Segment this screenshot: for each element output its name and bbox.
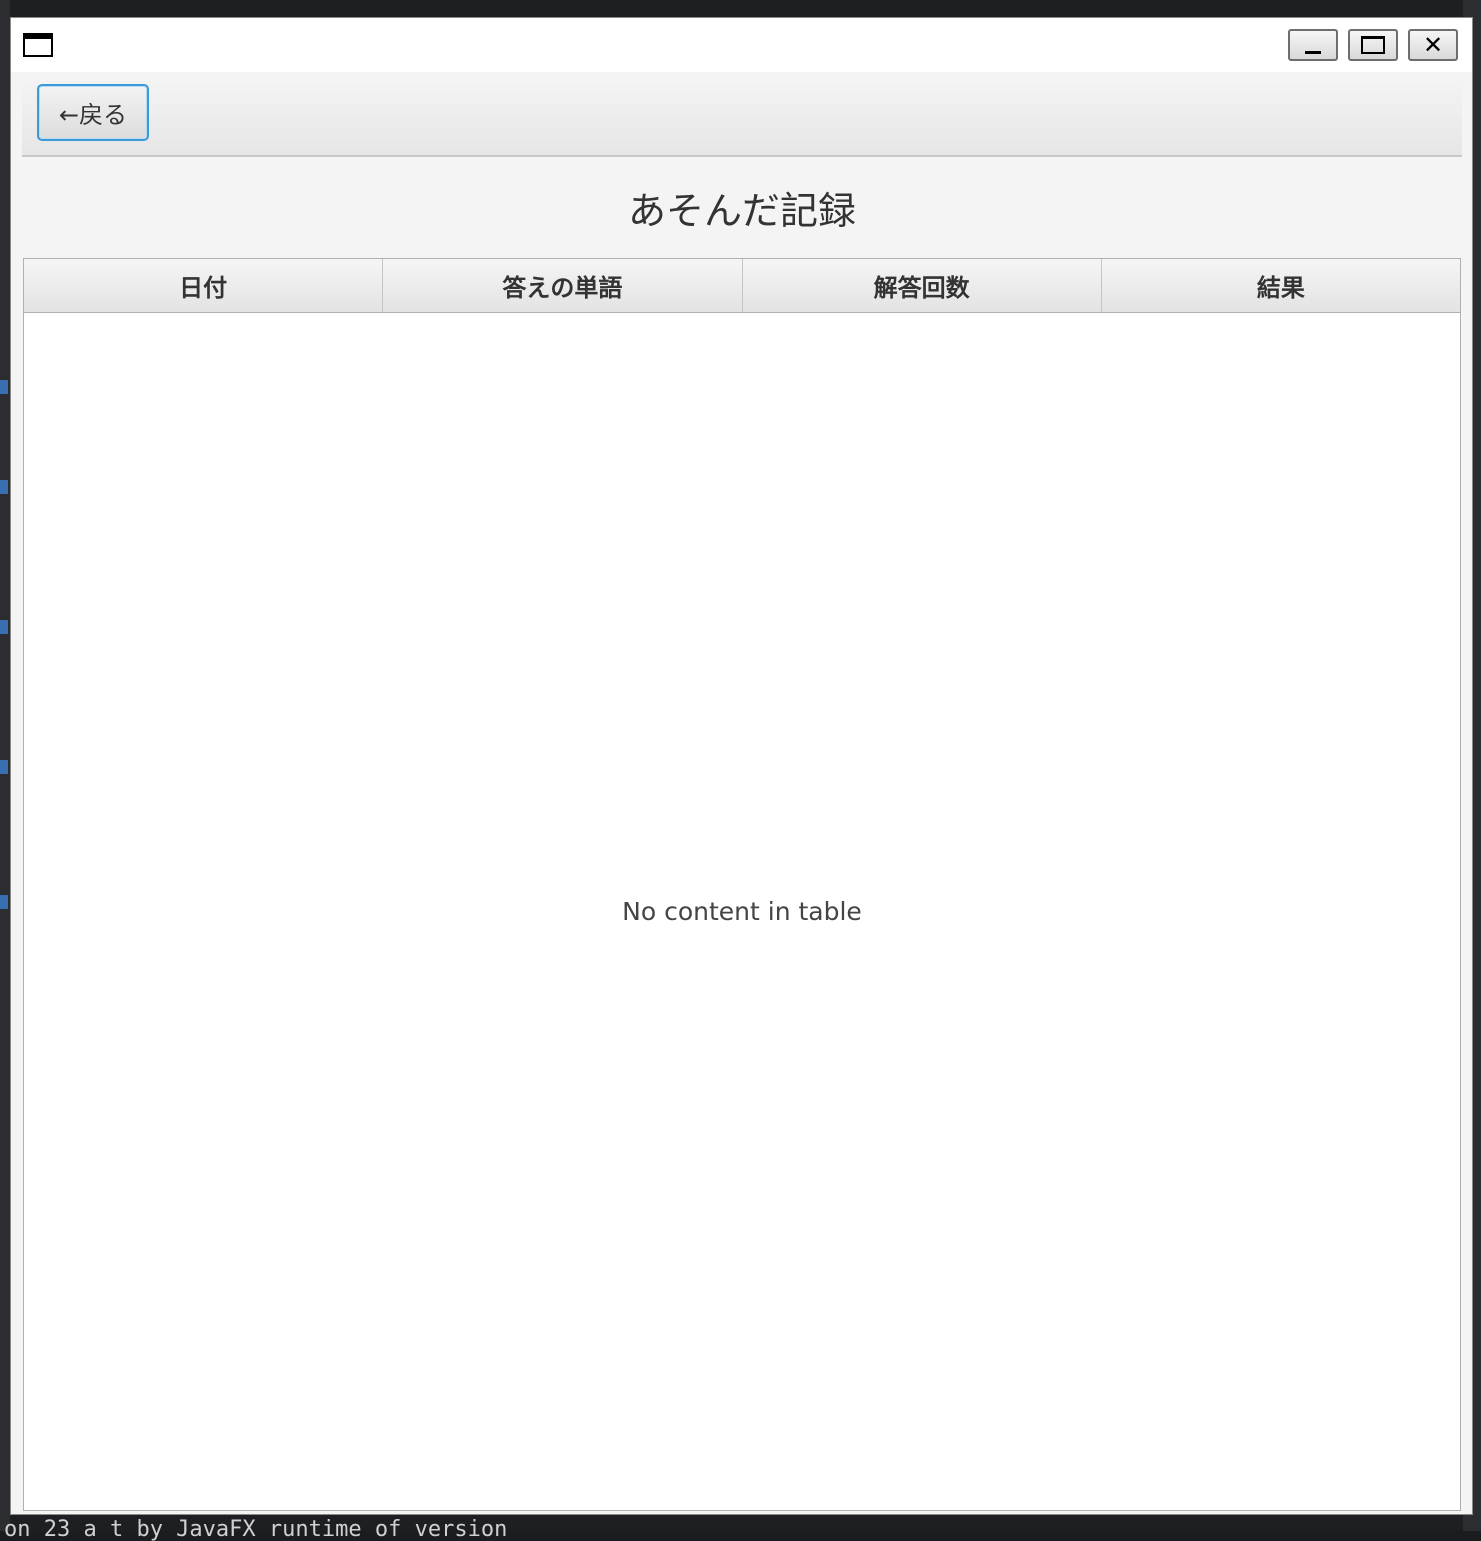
empty-table-message: No content in table [622, 896, 862, 926]
column-header-date[interactable]: 日付 [24, 259, 384, 312]
close-button[interactable]: ✕ [1408, 29, 1458, 61]
maximize-button[interactable] [1348, 29, 1398, 61]
minimize-icon [1305, 50, 1321, 54]
table-empty-placeholder: No content in table [24, 312, 1460, 1510]
table-header: 日付 答えの単語 解答回数 結果 [24, 259, 1460, 313]
column-header-result[interactable]: 結果 [1101, 259, 1460, 312]
page-title: あそんだ記録 [627, 188, 856, 233]
column-header-attempt-count[interactable]: 解答回数 [742, 259, 1102, 312]
background-gutter-mark [0, 895, 8, 909]
app-window: ✕ ←戻る あそんだ記録 日付 答えの単語 解答回数 結果 No content… [10, 17, 1473, 1515]
background-gutter-mark [0, 620, 8, 634]
toolbar: ←戻る [22, 72, 1462, 157]
background-gutter-mark [0, 760, 8, 774]
history-table[interactable]: 日付 答えの単語 解答回数 結果 No content in table [23, 258, 1461, 1511]
back-button[interactable]: ←戻る [37, 84, 149, 141]
page-header: あそんだ記録 [22, 157, 1462, 257]
maximize-icon [1361, 36, 1385, 54]
minimize-button[interactable] [1288, 29, 1338, 61]
close-icon: ✕ [1422, 31, 1444, 59]
column-header-answer-word[interactable]: 答えの単語 [383, 259, 743, 312]
window-titlebar[interactable]: ✕ [11, 18, 1472, 72]
background-gutter-mark [0, 380, 8, 394]
background-gutter-mark [0, 480, 8, 494]
background-console-text: on 23 a t by JavaFX runtime of version [4, 1519, 508, 1541]
window-icon [23, 33, 53, 57]
